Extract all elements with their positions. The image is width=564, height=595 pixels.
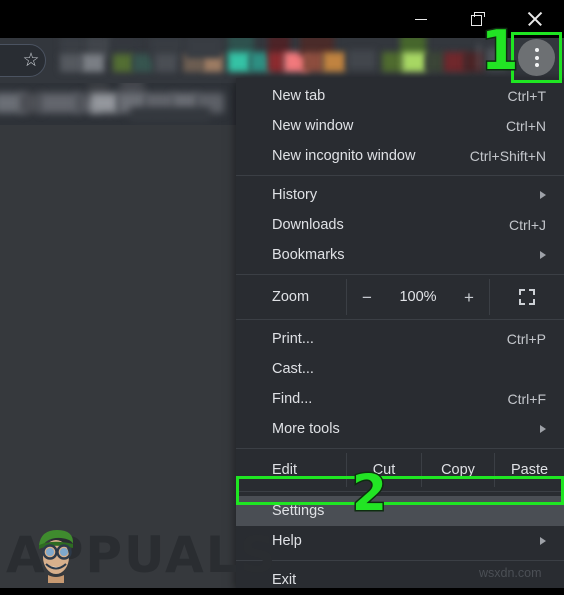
zoom-out-button[interactable]: −	[357, 289, 377, 306]
zoom-in-button[interactable]: +	[459, 289, 479, 306]
step-number-one: 1	[480, 19, 521, 82]
menu-item-shortcut: Ctrl+N	[505, 118, 546, 134]
menu-separator	[236, 560, 564, 561]
minimize-icon	[415, 18, 427, 20]
menu-zoom-row: Zoom − 100% +	[236, 279, 564, 315]
menu-item-label: Downloads	[272, 217, 344, 233]
menu-item-help[interactable]: Help	[236, 526, 564, 556]
menu-item-label: Print...	[272, 331, 314, 347]
blurred-icon	[186, 38, 222, 58]
menu-separator	[236, 491, 564, 492]
blurred-icon	[60, 54, 82, 72]
toolbar-divider	[478, 44, 480, 70]
menu-group-tools: Print... Ctrl+P Cast... Find... Ctrl+F M…	[236, 324, 564, 444]
menu-item-find[interactable]: Find... Ctrl+F	[236, 384, 564, 414]
menu-item-label: New window	[272, 118, 354, 134]
fullscreen-button[interactable]	[490, 279, 564, 315]
menu-item-shortcut: Ctrl+Shift+N	[469, 148, 546, 164]
zoom-controls: − 100% +	[346, 279, 490, 315]
minimize-button[interactable]	[398, 0, 444, 38]
blurred-icon	[250, 52, 270, 72]
window-title-bar	[0, 0, 564, 38]
menu-item-history[interactable]: History	[236, 180, 564, 210]
menu-separator	[236, 319, 564, 320]
menu-item-more-tools[interactable]: More tools	[236, 414, 564, 444]
menu-item-new-tab[interactable]: New tab Ctrl+T	[236, 81, 564, 111]
menu-separator	[236, 175, 564, 176]
menu-item-shortcut: Ctrl+T	[507, 88, 547, 104]
menu-item-shortcut: Ctrl+F	[507, 391, 547, 407]
menu-item-label: New incognito window	[272, 148, 416, 164]
close-icon	[527, 11, 543, 27]
menu-edit-row: Edit Cut Copy Paste	[236, 453, 564, 487]
blurred-icon	[402, 52, 426, 72]
menu-group-new: New tab Ctrl+T New window Ctrl+N New inc…	[236, 81, 564, 171]
zoom-label: Zoom	[272, 289, 310, 305]
blurred-icon	[82, 54, 104, 72]
chrome-menu-button[interactable]	[518, 39, 555, 76]
menu-group-settings: Settings Help	[236, 496, 564, 556]
menu-item-print[interactable]: Print... Ctrl+P	[236, 324, 564, 354]
blurred-icon	[303, 52, 323, 72]
blurred-bookmark	[90, 93, 118, 113]
blurred-icon	[155, 54, 177, 72]
menu-item-label: New tab	[272, 88, 326, 104]
edit-label: Edit	[272, 462, 297, 478]
menu-item-label: Find...	[272, 391, 313, 407]
menu-item-cast[interactable]: Cast...	[236, 354, 564, 384]
menu-separator	[236, 448, 564, 449]
zoom-level-value: 100%	[399, 289, 437, 305]
blurred-bookmark	[40, 93, 80, 113]
star-icon: ☆	[22, 50, 40, 71]
blurred-icon	[426, 52, 444, 72]
blurred-icon	[113, 54, 133, 72]
appuals-watermark: APPUALS	[6, 527, 276, 585]
fullscreen-icon	[519, 289, 535, 305]
appuals-mascot-icon	[39, 530, 74, 583]
menu-item-label: History	[272, 187, 318, 203]
blurred-bookmark	[130, 107, 210, 123]
menu-group-history: History Downloads Ctrl+J Bookmarks	[236, 180, 564, 270]
chevron-right-icon	[536, 424, 546, 434]
menu-separator	[236, 274, 564, 275]
paste-button[interactable]: Paste	[494, 453, 564, 487]
menu-item-settings[interactable]: Settings	[236, 496, 564, 526]
blurred-bookmark	[20, 93, 42, 113]
menu-item-downloads[interactable]: Downloads Ctrl+J	[236, 210, 564, 240]
chevron-right-icon	[536, 190, 546, 200]
menu-item-new-window[interactable]: New window Ctrl+N	[236, 111, 564, 141]
chrome-main-menu: New tab Ctrl+T New window Ctrl+N New inc…	[236, 78, 564, 588]
menu-item-label: Cast...	[272, 361, 314, 377]
menu-item-shortcut: Ctrl+P	[506, 331, 546, 347]
menu-item-new-incognito-window[interactable]: New incognito window Ctrl+Shift+N	[236, 141, 564, 171]
menu-item-label: Settings	[272, 503, 325, 519]
site-watermark: wsxdn.com	[479, 566, 542, 580]
blurred-icon	[228, 52, 250, 72]
menu-item-label: Bookmarks	[272, 247, 345, 263]
browser-toolbar	[0, 38, 564, 83]
menu-item-bookmarks[interactable]: Bookmarks	[236, 240, 564, 270]
menu-item-shortcut: Ctrl+J	[509, 217, 546, 233]
blurred-icon	[348, 50, 376, 70]
copy-button[interactable]: Copy	[421, 453, 494, 487]
blurred-icon	[268, 52, 284, 72]
step-number-two: 2	[351, 464, 389, 522]
menu-item-label: More tools	[272, 421, 340, 437]
blurred-icon	[444, 52, 466, 72]
chevron-right-icon	[536, 536, 546, 546]
chevron-right-icon	[536, 250, 546, 260]
blurred-icon	[323, 52, 345, 72]
